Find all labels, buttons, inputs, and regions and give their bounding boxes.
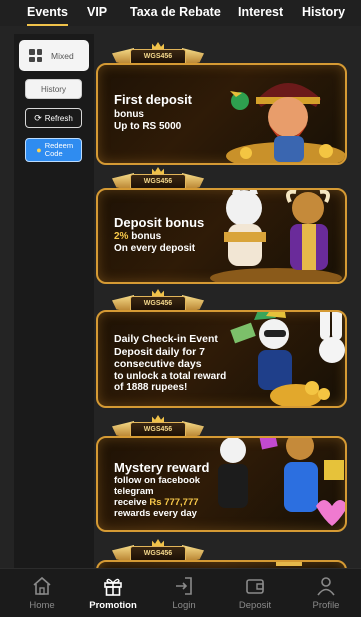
- rabbit-character-icon: [230, 312, 345, 406]
- tab-history[interactable]: History: [302, 0, 345, 26]
- nav-deposit[interactable]: Deposit: [219, 569, 291, 617]
- tab-vip[interactable]: VIP: [87, 0, 107, 26]
- promo-title: First deposit: [114, 92, 193, 107]
- filter-mixed-button[interactable]: Mixed: [19, 40, 89, 71]
- promo-title: Daily Check-in Event: [114, 333, 218, 345]
- promo-line: On every deposit: [114, 243, 196, 254]
- refresh-button-label: Refresh: [44, 113, 73, 123]
- home-icon: [33, 576, 51, 595]
- history-button[interactable]: History: [25, 79, 82, 99]
- cat-and-bull-characters-icon: [210, 190, 342, 282]
- promo-line: 2% bonus: [114, 231, 162, 242]
- wallet-icon: [246, 579, 264, 594]
- promo-card-daily-checkin[interactable]: Daily Check-in Event Deposit daily for 7…: [96, 310, 347, 408]
- promo-line: Up to RS 5000: [114, 121, 182, 132]
- promo-line: consecutive days: [114, 358, 202, 370]
- tab-rebate[interactable]: Taxa de Rebate: [130, 0, 221, 26]
- coin-icon: ●: [36, 145, 42, 155]
- gift-icon: [104, 578, 122, 596]
- cat-and-bull-gift-icon: [218, 438, 345, 526]
- person-icon: [317, 577, 335, 596]
- promo-line: bonus: [114, 109, 144, 120]
- nav-profile[interactable]: Profile: [290, 569, 361, 617]
- promo-card-mystery-reward[interactable]: Mystery reward follow on facebook telegr…: [96, 436, 347, 532]
- grid-icon: [29, 49, 42, 62]
- login-icon: [176, 577, 192, 595]
- bottom-nav: Home Promotion Login Deposit Profile: [0, 568, 361, 617]
- crown-icon: [276, 562, 302, 566]
- redeem-code-label: Redeem Code: [44, 141, 74, 158]
- top-tab-bar: Events VIP Taxa de Rebate Interest Histo…: [0, 0, 361, 26]
- nav-promotion[interactable]: Promotion: [77, 569, 149, 617]
- promo-title: Deposit bonus: [114, 215, 205, 230]
- promo-title: Mystery reward: [114, 460, 210, 475]
- tab-interest[interactable]: Interest: [238, 0, 283, 26]
- refresh-button[interactable]: ⟳ Refresh: [25, 108, 82, 128]
- promo-line: to unlock a total reward: [114, 371, 227, 382]
- sidebar: Mixed History ⟳ Refresh ● Redeem Code: [14, 34, 94, 568]
- refresh-icon: ⟳: [34, 112, 42, 123]
- nav-home[interactable]: Home: [6, 569, 78, 617]
- promo-card-first-deposit[interactable]: First deposit bonus Up to RS 5000: [96, 63, 347, 165]
- history-button-label: History: [41, 84, 66, 94]
- promo-line: Deposit daily for 7: [114, 346, 206, 358]
- pirate-character-icon: [226, 82, 345, 163]
- promo-card-deposit-bonus[interactable]: Deposit bonus 2% bonus On every deposit: [96, 188, 347, 284]
- promo-line: of 1888 rupees!: [114, 382, 188, 393]
- promo-line: rewards every day: [114, 508, 197, 519]
- redeem-code-button[interactable]: ● Redeem Code: [25, 138, 82, 162]
- nav-login[interactable]: Login: [148, 569, 220, 617]
- tab-events[interactable]: Events: [27, 0, 68, 26]
- filter-mixed-label: Mixed: [51, 50, 74, 61]
